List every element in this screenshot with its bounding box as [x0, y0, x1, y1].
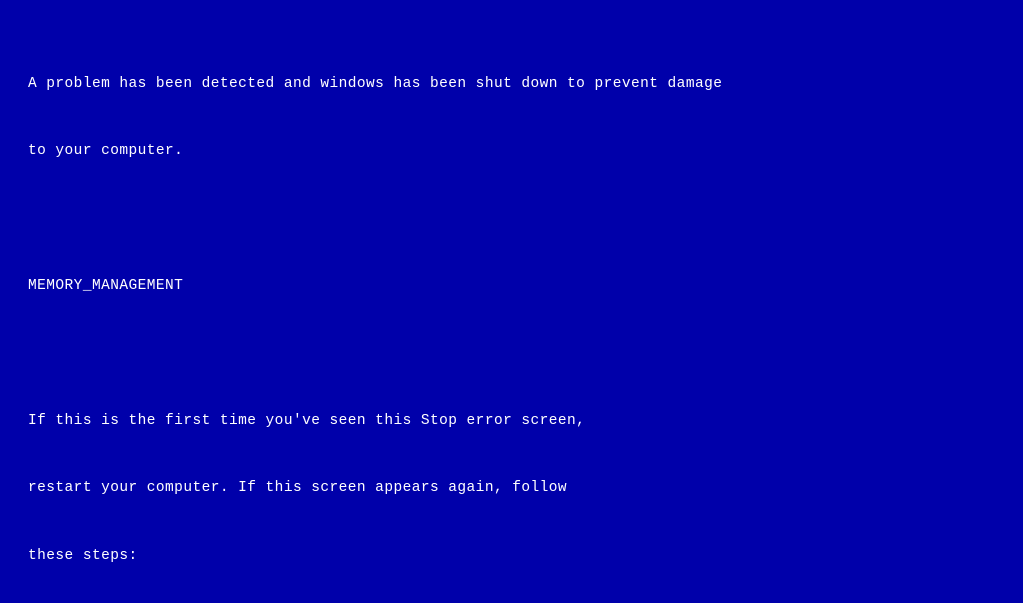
- first-time-3: these steps:: [28, 545, 991, 567]
- bsod-screen: A problem has been detected and windows …: [0, 0, 1023, 603]
- first-time-2: restart your computer. If this screen ap…: [28, 477, 991, 499]
- error-code: MEMORY_MANAGEMENT: [28, 275, 991, 297]
- blank1: [28, 208, 991, 230]
- first-time-1: If this is the first time you've seen th…: [28, 410, 991, 432]
- intro-line2: to your computer.: [28, 140, 991, 162]
- intro-line1: A problem has been detected and windows …: [28, 73, 991, 95]
- blank2: [28, 343, 991, 365]
